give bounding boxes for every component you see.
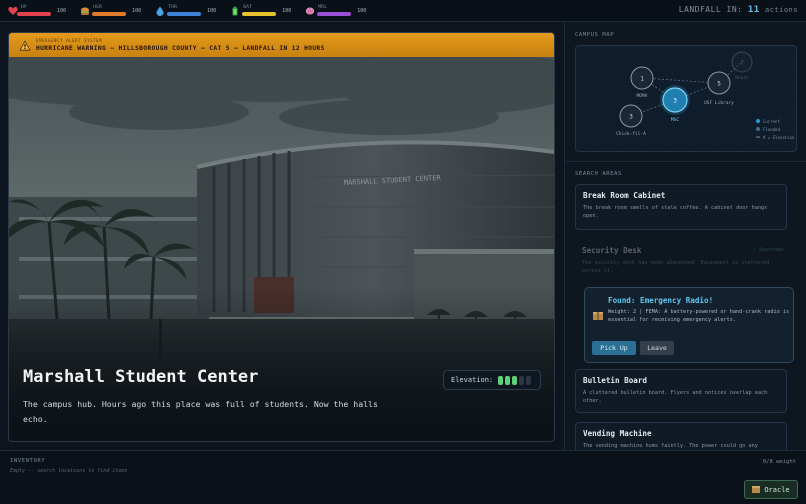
map-node-number: 1 xyxy=(640,76,644,83)
stat-label: THR xyxy=(168,5,178,10)
box-icon xyxy=(752,486,761,493)
inventory-weight: 0/8 weight xyxy=(762,459,796,465)
landfall-unit: actions xyxy=(764,6,798,14)
location-title: Marshall Student Center xyxy=(23,367,259,387)
elevation-pip xyxy=(512,375,518,385)
map-node-label: MSC xyxy=(671,117,679,123)
pick-up-button[interactable]: Pick Up xyxy=(592,341,636,355)
alert-message: HURRICANE WARNING — HILLSBOROUGH COUNTY … xyxy=(36,45,325,52)
stat-label: BAT xyxy=(243,5,253,10)
search-area-title: Bulletin Board xyxy=(583,376,648,385)
stat-value: 100 xyxy=(57,8,67,14)
elevation-pip xyxy=(526,375,532,385)
map-node-number: 5 xyxy=(717,81,721,88)
search-area-bulletin-board[interactable]: Bulletin Board A cluttered bulletin boar… xyxy=(575,369,787,413)
search-area-title: Vending Machine xyxy=(583,429,652,438)
search-areas-title: SEARCH AREAS xyxy=(575,171,622,177)
stat-value: 100 xyxy=(207,8,217,14)
stat-hp: HP 100 xyxy=(8,5,67,16)
elevation-pip xyxy=(498,375,504,385)
inventory-bar: INVENTORY Empty -- search locations to f… xyxy=(0,450,806,504)
side-panel: CAMPUS MAP 1 MOMA 3 MSC 5 USF Library 3 … xyxy=(564,22,806,456)
warning-icon xyxy=(19,40,31,50)
stat-label: HGR xyxy=(93,5,103,10)
map-node-label: Chick-fil-A xyxy=(616,131,646,137)
search-area-description: The vending machine hums faintly. The po… xyxy=(583,443,758,449)
stat-label: MRL xyxy=(318,5,328,10)
search-area-break-room-cabinet[interactable]: Break Room Cabinet The break room smells… xyxy=(575,184,787,230)
elevation-indicator: Elevation: xyxy=(443,370,541,390)
found-item-title: Found: Emergency Radio! xyxy=(608,296,714,305)
stat-thirst: THR 100 xyxy=(155,5,217,16)
inventory-empty-text: Empty -- search locations to find items xyxy=(10,468,128,474)
stat-hunger: HGR 100 xyxy=(80,5,142,16)
stat-bar xyxy=(242,11,277,16)
oracle-label: Oracle xyxy=(764,485,790,494)
water-drop-icon xyxy=(156,6,164,16)
map-node-number: 3 xyxy=(673,98,677,105)
map-node-label: USF Library xyxy=(704,100,734,106)
legend-current: Current xyxy=(763,119,780,124)
found-item-card: Found: Emergency Radio! Weight: 2 | FEMA… xyxy=(584,287,794,363)
stat-morale: MRL 100 xyxy=(305,5,367,16)
search-area-title: Break Room Cabinet xyxy=(583,191,666,200)
food-icon xyxy=(81,7,90,15)
legend-elevation: # = Elevation xyxy=(763,135,795,140)
map-node-number: ? xyxy=(740,60,744,67)
campus-map-title: CAMPUS MAP xyxy=(575,32,615,38)
landfall-counter: LANDFALL IN: 11 actions xyxy=(679,5,798,15)
location-scene: EMERGENCY ALERT SYSTEM HURRICANE WARNING… xyxy=(8,32,555,442)
stat-value: 100 xyxy=(132,8,142,14)
radio-box-icon xyxy=(593,312,603,320)
landfall-label: LANDFALL IN: xyxy=(678,5,743,14)
emergency-alert-banner: EMERGENCY ALERT SYSTEM HURRICANE WARNING… xyxy=(9,33,554,57)
campus-map-graph: 1 MOMA 3 MSC 5 USF Library 3 Chick-fil-A xyxy=(576,46,796,151)
elevation-pip xyxy=(505,375,511,385)
panel-divider xyxy=(565,161,806,162)
search-area-security-desk[interactable]: Security Desk ✓ Searched The security de… xyxy=(575,240,787,280)
alert-system-label: EMERGENCY ALERT SYSTEM xyxy=(36,38,103,43)
stat-battery: BAT 100 xyxy=(230,5,292,16)
stat-bar xyxy=(92,11,127,16)
map-node-number: 3 xyxy=(629,114,633,121)
elevation-label: Elevation: xyxy=(451,376,494,384)
landfall-count: 11 xyxy=(747,5,760,15)
inventory-title: INVENTORY xyxy=(10,458,46,464)
battery-icon xyxy=(232,6,238,15)
search-area-description: A cluttered bulletin board. Flyers and n… xyxy=(583,390,768,404)
stat-label: HP xyxy=(21,5,28,10)
map-node-label: MOMA xyxy=(637,93,648,99)
found-item-description: Weight: 2 | FEMA: A battery-powered or h… xyxy=(608,309,790,323)
search-area-description: The security desk has been abandoned. Eq… xyxy=(582,260,770,274)
searched-badge: ✓ Searched xyxy=(752,247,783,253)
search-area-title: Security Desk xyxy=(582,246,642,255)
campus-map: 1 MOMA 3 MSC 5 USF Library 3 Chick-fil-A xyxy=(575,45,797,152)
location-description: The campus hub. Hours ago this place was… xyxy=(23,399,378,424)
legend-flooded: Flooded xyxy=(763,127,780,132)
leave-button[interactable]: Leave xyxy=(640,341,674,355)
oracle-button[interactable]: Oracle xyxy=(744,480,798,499)
stats-bar: HP 100 HGR 100 THR 100 BAT 100 MRL 100 L… xyxy=(0,0,806,22)
map-node-label: Beach xyxy=(735,75,749,81)
brain-icon xyxy=(306,7,315,14)
stat-bar xyxy=(167,11,202,16)
stat-bar xyxy=(17,11,52,16)
stat-value: 100 xyxy=(282,8,292,14)
elevation-pip xyxy=(519,375,525,385)
search-area-description: The break room smells of stale coffee. A… xyxy=(583,205,768,219)
stat-bar xyxy=(317,11,352,16)
stat-value: 100 xyxy=(357,8,367,14)
